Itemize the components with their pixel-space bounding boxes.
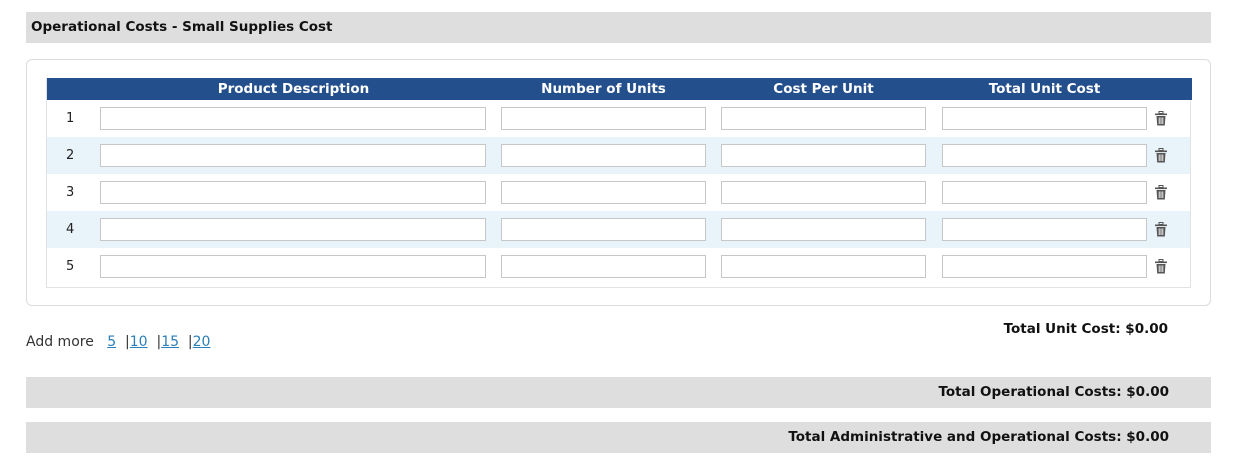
row-number: 5 [66,259,75,274]
product-description-input[interactable] [100,181,486,204]
trash-icon[interactable] [1154,111,1168,126]
cost-per-unit-input[interactable] [721,181,926,204]
product-description-input[interactable] [100,218,486,241]
table-header: Product Description Number of Units Cost… [47,78,1192,100]
add-more-label: Add more [26,334,94,350]
column-header-total-unit-cost: Total Unit Cost [988,81,1101,97]
table-row: 3 [47,174,1190,211]
total-unit-cost-input[interactable] [942,181,1147,204]
cost-per-unit-input[interactable] [721,144,926,167]
add-15-link[interactable]: 15 [161,334,179,350]
number-of-units-input[interactable] [501,144,706,167]
add-more-controls: Add more 5 |10 |15 |20 [26,334,210,350]
total-operational-costs: Total Operational Costs: $0.00 [26,377,1211,408]
total-admin-operational-costs: Total Administrative and Operational Cos… [26,422,1211,453]
add-5-link[interactable]: 5 [107,334,116,350]
supplies-table: Product Description Number of Units Cost… [46,78,1192,288]
number-of-units-input[interactable] [501,218,706,241]
product-description-input[interactable] [100,255,486,278]
total-unit-cost-input[interactable] [942,218,1147,241]
cost-per-unit-input[interactable] [721,218,926,241]
trash-icon[interactable] [1154,222,1168,237]
row-number: 1 [66,111,75,126]
total-unit-cost-input[interactable] [942,107,1147,130]
column-header-product-description: Product Description [217,81,370,97]
row-number: 4 [66,222,75,237]
number-of-units-input[interactable] [501,181,706,204]
table-row: 5 [47,248,1190,285]
section-title: Operational Costs - Small Supplies Cost [26,12,1211,43]
trash-icon[interactable] [1154,148,1168,163]
table-row: 1 [47,100,1190,137]
add-10-link[interactable]: 10 [130,334,148,350]
column-header-cost-per-unit: Cost Per Unit [773,81,874,97]
number-of-units-input[interactable] [501,107,706,130]
row-number: 2 [66,148,75,163]
total-unit-cost-input[interactable] [942,144,1147,167]
number-of-units-input[interactable] [501,255,706,278]
total-unit-cost-input[interactable] [942,255,1147,278]
cost-per-unit-input[interactable] [721,255,926,278]
cost-per-unit-input[interactable] [721,107,926,130]
row-number: 3 [66,185,75,200]
trash-icon[interactable] [1154,259,1168,274]
product-description-input[interactable] [100,107,486,130]
add-20-link[interactable]: 20 [193,334,211,350]
product-description-input[interactable] [100,144,486,167]
table-row: 4 [47,211,1190,248]
column-header-number-of-units: Number of Units [541,81,666,97]
total-unit-cost: Total Unit Cost: $0.00 [1003,321,1168,337]
trash-icon[interactable] [1154,185,1168,200]
table-row: 2 [47,137,1190,174]
